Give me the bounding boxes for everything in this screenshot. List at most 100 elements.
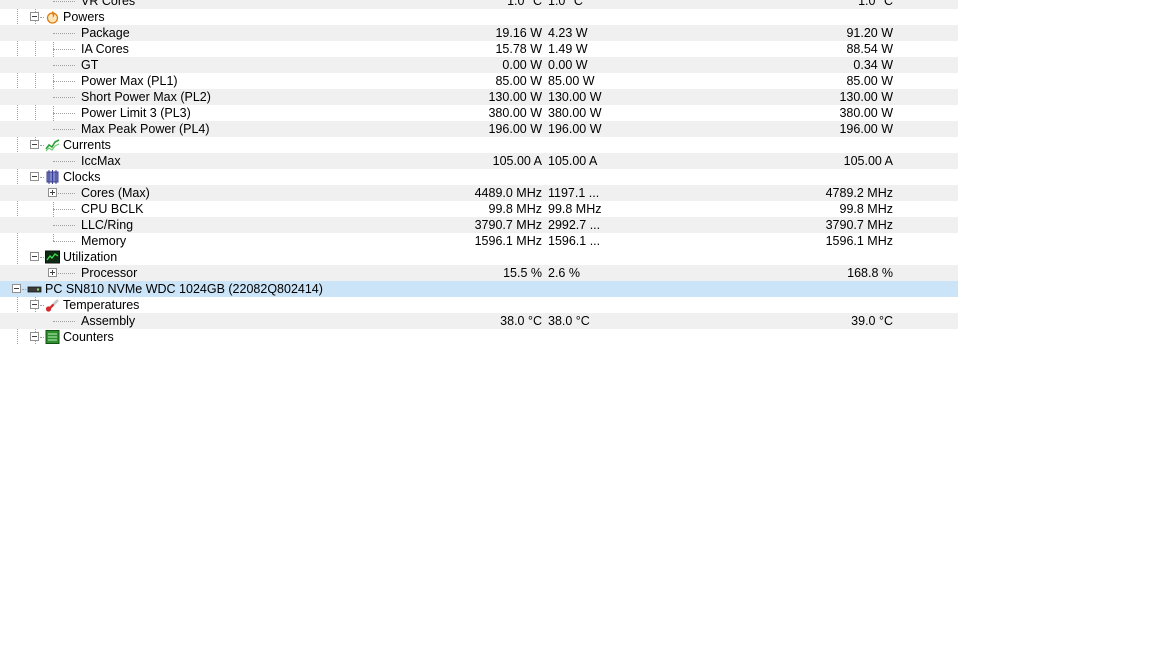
group-label: Powers — [63, 10, 105, 24]
sensor-current-value: 0.00 W — [502, 58, 542, 72]
power-flame-icon — [46, 11, 59, 24]
sensor-label: Power Limit 3 (PL3) — [81, 106, 191, 120]
sensor-max-value: 1596.1 MHz — [825, 234, 893, 248]
drive-icon — [27, 286, 42, 293]
sensor-min-value: 99.8 MHz — [548, 202, 602, 216]
sensor-row[interactable]: Memory 1596.1 MHz 1596.1 ... 1596.1 MHz — [0, 233, 958, 249]
sensor-max-value: 196.00 W — [839, 122, 893, 136]
sensor-max-value: 88.54 W — [846, 42, 893, 56]
sensor-row[interactable]: Power Max (PL1) 85.00 W 85.00 W 85.00 W — [0, 73, 958, 89]
sensor-row[interactable]: Cores (Max) 4489.0 MHz 1197.1 ... 4789.2… — [0, 185, 958, 201]
sensor-label: CPU BCLK — [81, 202, 144, 216]
sensor-tree: VR Cores 1.0 °C 1.0 °C 1.0 °C Powers Pac… — [0, 0, 960, 345]
sensor-min-value: 1.49 W — [548, 42, 588, 56]
sensor-current-value: 130.00 W — [488, 90, 542, 104]
group-label: Utilization — [63, 250, 118, 264]
sensor-row[interactable]: VR Cores 1.0 °C 1.0 °C 1.0 °C — [0, 0, 958, 9]
sensor-max-value: 168.8 % — [847, 266, 893, 280]
sensor-row[interactable]: Processor 15.5 % 2.6 % 168.8 % — [0, 265, 958, 281]
sensor-label: Package — [81, 26, 130, 40]
group-label: Clocks — [63, 170, 101, 184]
collapse-toggle[interactable] — [12, 284, 21, 293]
group-label: Temperatures — [63, 298, 140, 312]
sensor-row[interactable]: Max Peak Power (PL4) 196.00 W 196.00 W 1… — [0, 121, 958, 137]
group-label: Counters — [63, 330, 114, 344]
sensor-current-value: 19.16 W — [495, 26, 542, 40]
counters-icon — [45, 330, 60, 344]
expand-toggle[interactable] — [48, 188, 57, 197]
collapse-toggle[interactable] — [30, 140, 39, 149]
thermometer-icon — [45, 299, 59, 312]
sensor-max-value: 1.0 °C — [858, 0, 893, 8]
sensor-max-value: 99.8 MHz — [839, 202, 894, 216]
group-row-counters[interactable]: Counters — [0, 329, 958, 345]
sensor-min-value: 2992.7 ... — [548, 218, 601, 232]
sensor-max-value: 0.34 W — [853, 58, 893, 72]
clock-chip-icon — [46, 170, 59, 184]
sensor-row[interactable]: LLC/Ring 3790.7 MHz 2992.7 ... 3790.7 MH… — [0, 217, 958, 233]
sensor-label: Processor — [81, 266, 138, 280]
group-row-utilization[interactable]: Utilization — [0, 249, 958, 265]
sensor-max-value: 91.20 W — [846, 26, 893, 40]
collapse-toggle[interactable] — [30, 252, 39, 261]
collapse-toggle[interactable] — [30, 12, 39, 21]
sensor-min-value: 1197.1 ... — [548, 186, 600, 200]
group-label: Currents — [63, 138, 111, 152]
sensor-label: Max Peak Power (PL4) — [81, 122, 210, 136]
sensor-row[interactable]: CPU BCLK 99.8 MHz 99.8 MHz 99.8 MHz — [0, 201, 958, 217]
sensor-max-value: 3790.7 MHz — [825, 218, 893, 232]
sensor-current-value: 85.00 W — [495, 74, 542, 88]
sensor-max-value: 105.00 A — [843, 154, 893, 168]
sensor-row[interactable]: GT 0.00 W 0.00 W 0.34 W — [0, 57, 958, 73]
sensor-max-value: 380.00 W — [839, 106, 893, 120]
sensor-min-value: 0.00 W — [548, 58, 588, 72]
sensor-current-value: 380.00 W — [488, 106, 542, 120]
sensor-row[interactable]: IA Cores 15.78 W 1.49 W 88.54 W — [0, 41, 958, 57]
sensor-label: IA Cores — [81, 42, 129, 56]
sensor-min-value: 38.0 °C — [548, 314, 590, 328]
utilization-monitor-icon — [45, 250, 60, 264]
sensor-min-value: 4.23 W — [548, 26, 588, 40]
sensor-min-value: 196.00 W — [548, 122, 602, 136]
device-row-drive[interactable]: PC SN810 NVMe WDC 1024GB (22082Q802414) — [0, 281, 958, 297]
sensor-label: VR Cores — [81, 0, 136, 8]
group-row-powers[interactable]: Powers — [0, 9, 958, 25]
sensor-current-value: 38.0 °C — [500, 314, 542, 328]
sensor-label: Memory — [81, 234, 127, 248]
sensor-row[interactable]: Power Limit 3 (PL3) 380.00 W 380.00 W 38… — [0, 105, 958, 121]
current-graph-icon — [45, 139, 60, 152]
sensor-row[interactable]: Assembly 38.0 °C 38.0 °C 39.0 °C — [0, 313, 958, 329]
sensor-current-value: 1.0 °C — [507, 0, 542, 8]
sensor-row[interactable]: Short Power Max (PL2) 130.00 W 130.00 W … — [0, 89, 958, 105]
sensor-label: IccMax — [81, 154, 121, 168]
group-row-currents[interactable]: Currents — [0, 137, 958, 153]
sensor-max-value: 85.00 W — [846, 74, 893, 88]
sensor-label: LLC/Ring — [81, 218, 134, 232]
collapse-toggle[interactable] — [30, 300, 39, 309]
sensor-label: Cores (Max) — [81, 186, 150, 200]
sensor-min-value: 1.0 °C — [548, 0, 583, 8]
sensor-min-value: 2.6 % — [548, 266, 580, 280]
sensor-label: Short Power Max (PL2) — [81, 90, 211, 104]
sensor-current-value: 15.5 % — [503, 266, 542, 280]
collapse-toggle[interactable] — [30, 332, 39, 341]
sensor-label: Power Max (PL1) — [81, 74, 178, 88]
sensor-max-value: 130.00 W — [839, 90, 893, 104]
sensor-min-value: 85.00 W — [548, 74, 595, 88]
group-row-clocks[interactable]: Clocks — [0, 169, 958, 185]
sensor-min-value: 130.00 W — [548, 90, 602, 104]
sensor-current-value: 105.00 A — [492, 154, 542, 168]
device-label: PC SN810 NVMe WDC 1024GB (22082Q802414) — [45, 282, 323, 296]
expand-toggle[interactable] — [48, 268, 57, 277]
sensor-current-value: 99.8 MHz — [488, 202, 543, 216]
sensor-current-value: 3790.7 MHz — [474, 218, 542, 232]
sensor-label: Assembly — [81, 314, 136, 328]
sensor-min-value: 105.00 A — [548, 154, 598, 168]
sensor-min-value: 1596.1 ... — [548, 234, 601, 248]
sensor-row[interactable]: Package 19.16 W 4.23 W 91.20 W — [0, 25, 958, 41]
group-row-temperatures[interactable]: Temperatures — [0, 297, 958, 313]
sensor-label: GT — [81, 58, 99, 72]
sensor-row[interactable]: IccMax 105.00 A 105.00 A 105.00 A — [0, 153, 958, 169]
collapse-toggle[interactable] — [30, 172, 39, 181]
sensor-current-value: 15.78 W — [495, 42, 542, 56]
